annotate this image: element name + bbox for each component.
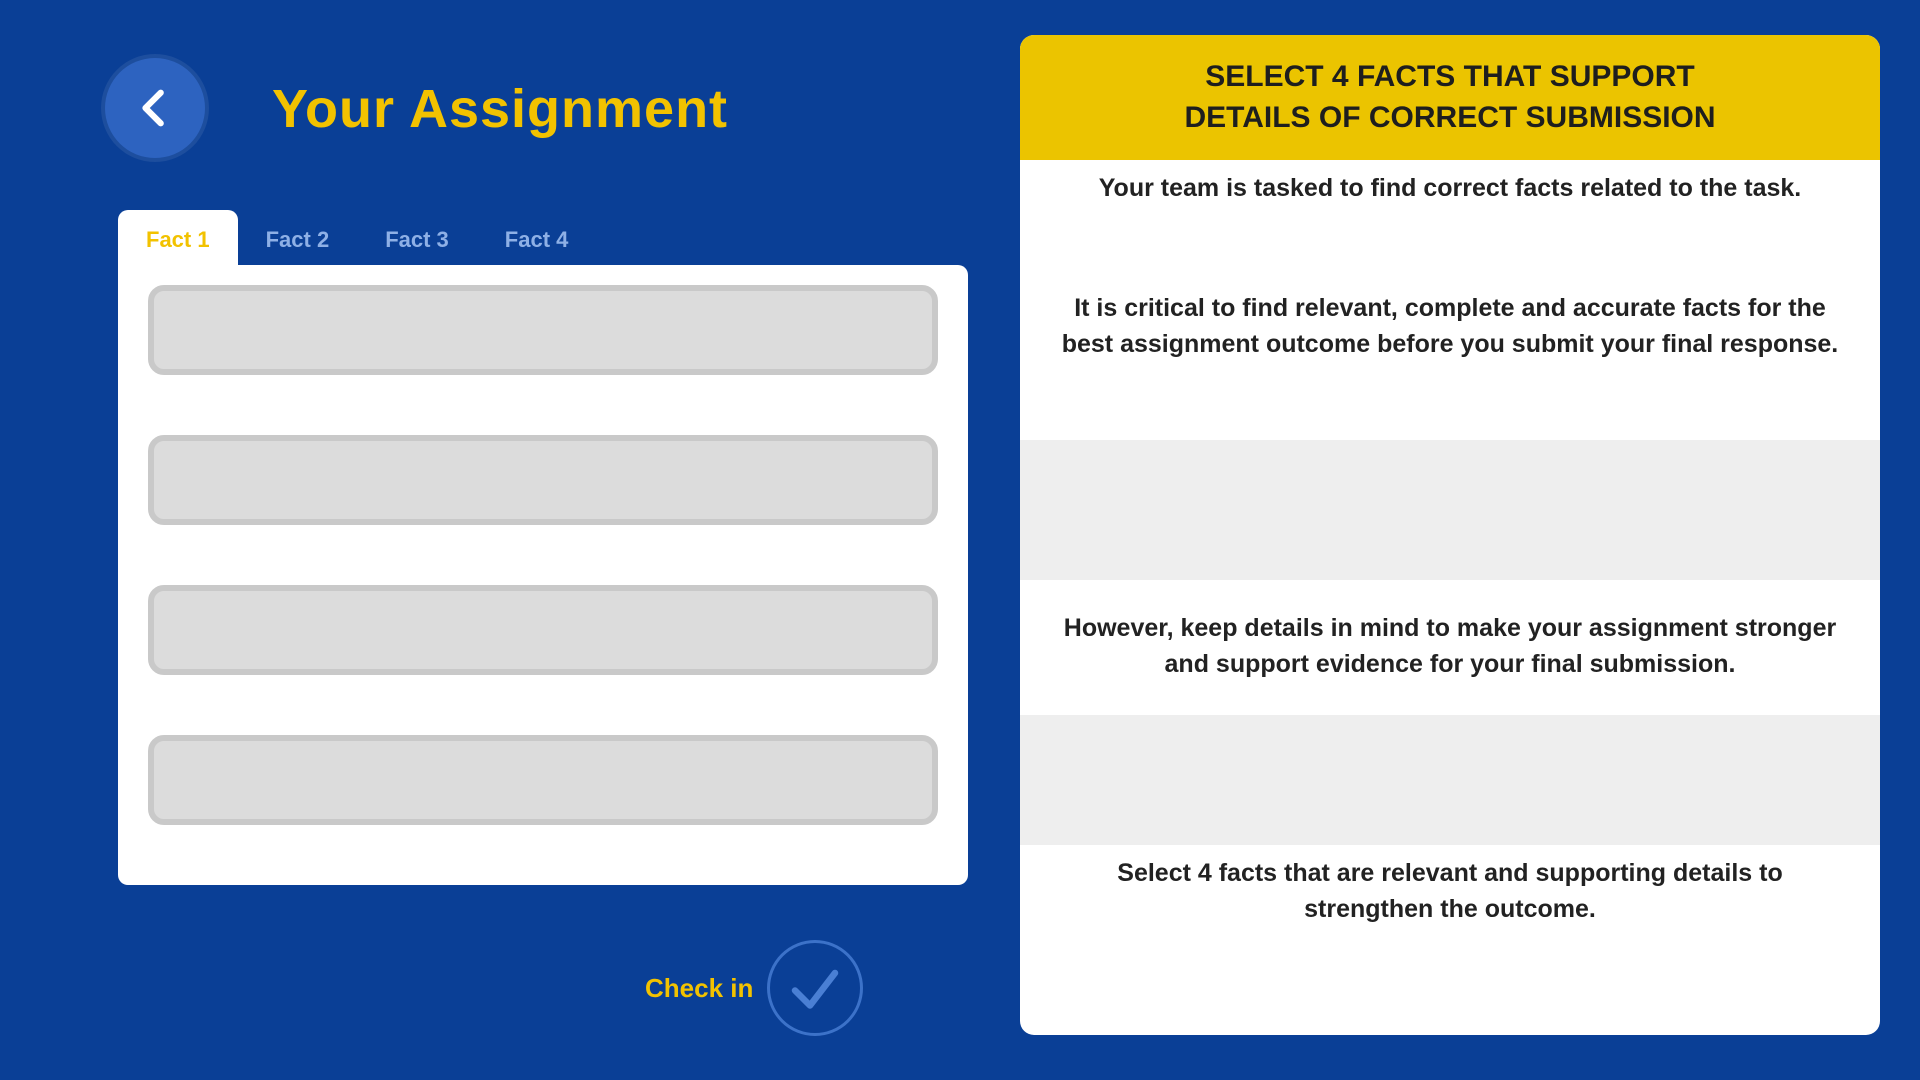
back-button[interactable] xyxy=(105,58,205,158)
tab-fact-1[interactable]: Fact 1 xyxy=(118,210,238,270)
fact-slot-4[interactable] xyxy=(148,735,938,825)
instruction-text-1: Your team is tasked to find correct fact… xyxy=(1098,174,1802,202)
fact-slot-3[interactable] xyxy=(148,585,938,675)
check-in-label: Check in xyxy=(645,972,754,1003)
tab-fact-3[interactable]: Fact 3 xyxy=(357,210,477,270)
check-in-button[interactable]: Check in xyxy=(645,940,864,1036)
instructions-header-line-1: SELECT 4 FACTS THAT SUPPORT xyxy=(1205,60,1695,93)
instruction-text-4: Select 4 facts that are relevant and sup… xyxy=(1117,859,1783,924)
instructions-header: SELECT 4 FACTS THAT SUPPORT DETAILS OF C… xyxy=(1020,35,1880,160)
instructions-card: SELECT 4 FACTS THAT SUPPORT DETAILS OF C… xyxy=(1020,35,1880,1035)
checkmark-icon xyxy=(767,940,864,1036)
instructions-header-line-2: DETAILS OF CORRECT SUBMISSION xyxy=(1184,100,1716,134)
page-title: Your Assignment xyxy=(272,79,729,139)
tab-fact-2[interactable]: Fact 2 xyxy=(238,210,358,270)
tab-bar: Fact 1 Fact 2 Fact 3 Fact 4 xyxy=(118,210,596,270)
instruction-text-3: However, keep details in mind to make yo… xyxy=(1063,614,1837,679)
fact-slot-1[interactable] xyxy=(148,285,938,375)
instruction-divider-row xyxy=(1020,440,1880,580)
assignment-screen: Your Assignment Fact 1 Fact 2 Fact 3 Fac… xyxy=(0,0,1920,1080)
chevron-left-icon xyxy=(142,89,164,127)
fact-slot-2[interactable] xyxy=(148,435,938,525)
instruction-text-2: It is critical to find relevant, complet… xyxy=(1061,294,1839,359)
instruction-divider-row xyxy=(1020,715,1880,845)
tab-fact-4[interactable]: Fact 4 xyxy=(477,210,597,270)
fact-selection-panel xyxy=(118,265,968,885)
